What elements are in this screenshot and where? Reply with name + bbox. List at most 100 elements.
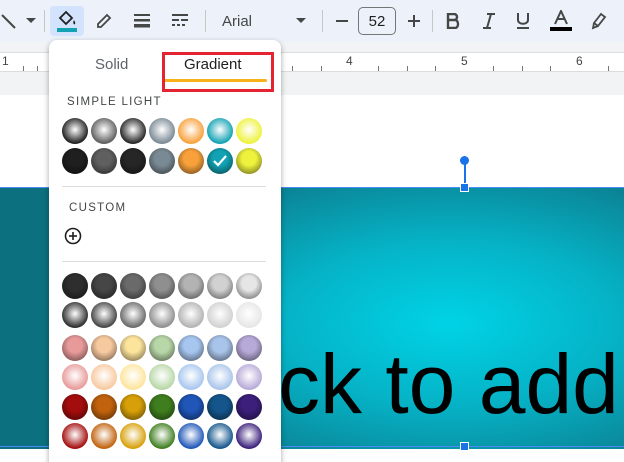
font-family-select[interactable]: Arial <box>214 6 294 36</box>
gradient-swatch[interactable] <box>91 302 117 328</box>
toolbar: Arial 52 <box>0 0 624 42</box>
gradient-swatch[interactable] <box>120 273 146 299</box>
gradient-swatch[interactable] <box>149 364 175 390</box>
ruler-number: 6 <box>576 54 583 68</box>
gradient-swatch[interactable] <box>120 423 146 449</box>
gradient-swatch[interactable] <box>236 302 262 328</box>
resize-handle-top[interactable] <box>460 183 469 192</box>
theme-swatch[interactable] <box>207 148 233 174</box>
gradient-swatch[interactable] <box>62 302 88 328</box>
section-custom: CUSTOM <box>69 202 127 214</box>
gradient-swatch[interactable] <box>120 364 146 390</box>
decrease-size-icon[interactable] <box>334 6 350 36</box>
ruler-tick <box>37 66 38 71</box>
theme-swatch[interactable] <box>91 118 117 144</box>
gradient-swatch[interactable] <box>178 423 204 449</box>
check-icon <box>213 155 227 167</box>
theme-swatch[interactable] <box>236 148 262 174</box>
border-weight-icon[interactable] <box>130 6 154 36</box>
rotation-line <box>464 162 466 184</box>
gradient-swatch[interactable] <box>178 273 204 299</box>
fill-color-button[interactable] <box>50 6 84 36</box>
theme-swatch[interactable] <box>178 118 204 144</box>
underline-icon[interactable] <box>514 6 532 36</box>
fill-color-icon <box>56 9 78 33</box>
ruler-number: 4 <box>346 54 353 68</box>
theme-swatch[interactable] <box>120 118 146 144</box>
font-dropdown-icon[interactable] <box>294 6 308 36</box>
text-color-icon[interactable] <box>548 6 574 36</box>
gradient-swatch[interactable] <box>62 394 88 420</box>
dropdown-icon[interactable] <box>24 6 38 36</box>
border-color-icon[interactable] <box>92 6 116 36</box>
gradient-swatch[interactable] <box>91 335 117 361</box>
line-icon[interactable] <box>0 6 18 36</box>
theme-swatch[interactable] <box>149 148 175 174</box>
theme-swatch[interactable] <box>91 148 117 174</box>
gradient-swatch[interactable] <box>62 335 88 361</box>
gradient-swatch[interactable] <box>120 335 146 361</box>
theme-swatch[interactable] <box>62 118 88 144</box>
font-name: Arial <box>222 12 253 30</box>
gradient-swatch[interactable] <box>149 302 175 328</box>
gradient-swatch[interactable] <box>149 423 175 449</box>
bold-icon[interactable] <box>444 6 462 36</box>
italic-icon[interactable] <box>480 6 498 36</box>
gradient-swatch[interactable] <box>236 394 262 420</box>
gradient-swatch[interactable] <box>178 394 204 420</box>
gradient-swatch[interactable] <box>62 273 88 299</box>
increase-size-icon[interactable] <box>406 6 422 36</box>
tab-solid[interactable]: Solid <box>95 56 128 73</box>
theme-swatch[interactable] <box>236 118 262 144</box>
ruler-tick <box>378 66 379 71</box>
ruler-tick <box>292 66 293 71</box>
gradient-swatch[interactable] <box>120 394 146 420</box>
theme-swatch[interactable] <box>149 118 175 144</box>
gradient-swatch[interactable] <box>120 302 146 328</box>
highlight-icon[interactable] <box>588 6 610 36</box>
gradient-swatch[interactable] <box>207 335 233 361</box>
divider <box>62 261 266 262</box>
resize-handle-bottom[interactable] <box>460 442 469 451</box>
divider <box>62 186 266 187</box>
gradient-swatch[interactable] <box>178 335 204 361</box>
theme-swatch[interactable] <box>178 148 204 174</box>
theme-swatch[interactable] <box>62 148 88 174</box>
gradient-swatch[interactable] <box>91 394 117 420</box>
theme-swatch[interactable] <box>120 148 146 174</box>
ruler-tick <box>493 66 494 71</box>
gradient-swatch[interactable] <box>207 273 233 299</box>
gradient-swatch[interactable] <box>91 423 117 449</box>
gradient-swatch[interactable] <box>62 364 88 390</box>
annotation-highlight-box <box>162 52 274 92</box>
gradient-swatch[interactable] <box>149 273 175 299</box>
gradient-swatch[interactable] <box>149 335 175 361</box>
border-dash-icon[interactable] <box>168 6 192 36</box>
ruler-number: 1 <box>2 54 9 68</box>
font-size-input[interactable]: 52 <box>358 7 396 35</box>
rotation-handle[interactable] <box>460 156 469 165</box>
gradient-swatch[interactable] <box>149 394 175 420</box>
slides-editor: Arial 52 1 4 5 6 ck to add Solid Gradien… <box>0 0 624 462</box>
gradient-swatch[interactable] <box>236 364 262 390</box>
ruler-tick <box>407 66 408 71</box>
gradient-swatch[interactable] <box>236 423 262 449</box>
slide-title-placeholder[interactable]: ck to add <box>278 342 619 426</box>
gradient-swatch[interactable] <box>91 364 117 390</box>
add-circle-icon[interactable] <box>64 227 82 245</box>
gradient-swatch[interactable] <box>91 273 117 299</box>
gradient-swatch[interactable] <box>178 364 204 390</box>
gradient-swatch[interactable] <box>207 394 233 420</box>
gradient-swatch[interactable] <box>178 302 204 328</box>
gradient-swatch[interactable] <box>62 423 88 449</box>
ruler-tick <box>608 66 609 71</box>
gradient-swatch[interactable] <box>207 302 233 328</box>
gradient-swatch[interactable] <box>236 273 262 299</box>
ruler-tick <box>23 66 24 71</box>
theme-swatch[interactable] <box>207 118 233 144</box>
gradient-swatch[interactable] <box>207 423 233 449</box>
ruler-tick <box>321 66 322 71</box>
gradient-swatch[interactable] <box>236 335 262 361</box>
gradient-swatch[interactable] <box>207 364 233 390</box>
ruler-tick <box>435 66 436 71</box>
